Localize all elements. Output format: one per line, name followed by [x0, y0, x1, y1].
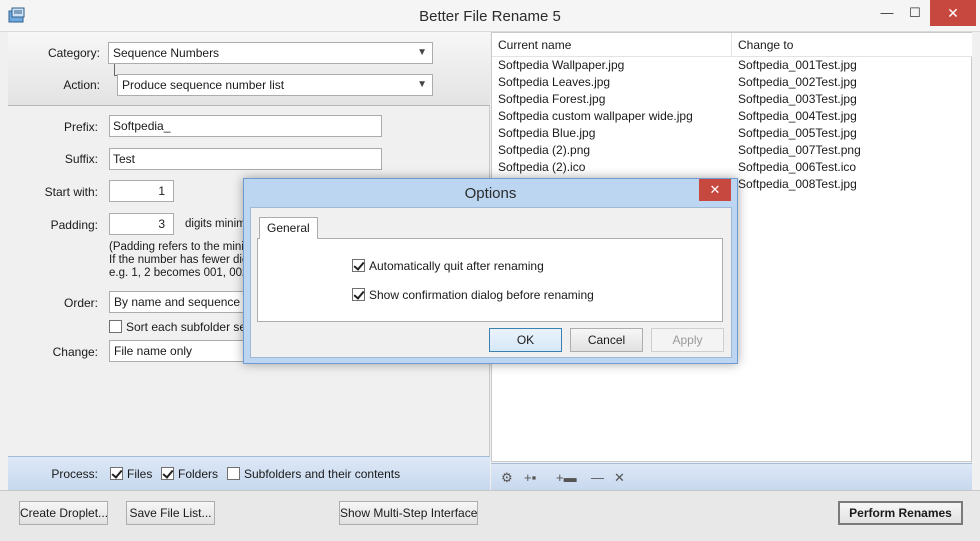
table-row[interactable]: Softpedia custom wallpaper wide.jpg Softp…: [492, 108, 972, 125]
current-name-cell: Softpedia (2).ico: [498, 160, 586, 174]
padding-input[interactable]: 3: [109, 213, 174, 235]
list-toolbar: ⚙ +▪ +▬ — ✕: [491, 463, 972, 490]
general-tab-panel: Automatically quit after renaming Show c…: [257, 238, 723, 322]
apply-button[interactable]: Apply: [651, 328, 724, 352]
table-row[interactable]: Softpedia Blue.jpg Softpedia_005Test.jpg: [492, 125, 972, 142]
process-files-label: Files: [127, 467, 153, 481]
close-button[interactable]: ✕: [930, 0, 976, 26]
category-section: Category: Sequence Numbers ▼ Action: Pro…: [8, 32, 490, 106]
chevron-down-icon: ▼: [417, 47, 427, 58]
process-subfolders-checkbox[interactable]: Subfolders and their contents: [227, 467, 400, 481]
perform-renames-button[interactable]: Perform Renames: [838, 501, 963, 525]
column-header-current-name[interactable]: Current name: [492, 33, 732, 57]
table-row[interactable]: Softpedia (2).png Softpedia_007Test.png: [492, 142, 972, 159]
confirm-dialog-checkbox[interactable]: Show confirmation dialog before renaming: [352, 288, 594, 302]
checkbox-box: [161, 467, 174, 480]
process-folders-label: Folders: [178, 467, 219, 481]
bottom-button-bar: Create Droplet... Save File List... Show…: [0, 490, 980, 541]
order-value: By name and sequence num: [114, 295, 248, 309]
current-name-cell: Softpedia Wallpaper.jpg: [498, 58, 625, 72]
current-name-cell: Softpedia custom wallpaper wide.jpg: [498, 109, 693, 123]
checkbox-box: [109, 320, 122, 333]
category-label: Category:: [47, 46, 100, 60]
table-row[interactable]: Softpedia Forest.jpg Softpedia_003Test.jp…: [492, 91, 972, 108]
add-files-icon[interactable]: +▪: [524, 470, 536, 485]
table-row[interactable]: Softpedia (2).ico Softpedia_006Test.ico: [492, 159, 972, 176]
padding-label: Padding:: [50, 218, 98, 232]
change-to-cell: Softpedia_001Test.jpg: [738, 58, 857, 72]
padding-note-line-2: If the number has fewer digit: [109, 254, 255, 266]
current-name-cell: Softpedia Blue.jpg: [498, 126, 596, 140]
change-label: Change:: [52, 345, 98, 359]
process-files-checkbox[interactable]: Files: [110, 467, 152, 481]
clear-icon[interactable]: ✕: [614, 470, 625, 486]
padding-note-line-1: (Padding refers to the minimu: [109, 241, 260, 253]
current-name-cell: Softpedia Leaves.jpg: [498, 75, 611, 89]
suffix-label: Suffix:: [64, 152, 98, 166]
process-bar: Process: Files Folders Subfolders and th…: [8, 456, 490, 490]
change-to-cell: Softpedia_007Test.png: [738, 143, 861, 157]
confirm-dialog-label: Show confirmation dialog before renaming: [369, 288, 594, 302]
sort-subfolder-checkbox[interactable]: Sort each subfolder sepa: [109, 320, 259, 334]
start-with-label: Start with:: [44, 185, 98, 199]
minimize-button[interactable]: —: [872, 0, 902, 26]
action-select[interactable]: Produce sequence number list ▼: [117, 74, 433, 96]
prefix-input[interactable]: Softpedia_: [109, 115, 382, 137]
add-folder-icon[interactable]: +▬: [556, 470, 577, 485]
padding-note-line-3: e.g. 1, 2 becomes 001, 002): [109, 267, 253, 279]
tab-general[interactable]: General: [259, 217, 318, 239]
checkbox-box: [110, 467, 123, 480]
table-row[interactable]: Softpedia Leaves.jpg Softpedia_002Test.jp…: [492, 74, 972, 91]
gear-icon[interactable]: ⚙: [501, 470, 513, 486]
checkbox-box: [352, 288, 365, 301]
maximize-button[interactable]: ☐: [900, 0, 930, 26]
options-dialog: Options ✕ General Automatically quit aft…: [243, 178, 738, 364]
dialog-body: General Automatically quit after renamin…: [250, 207, 732, 358]
chevron-down-icon: ▼: [417, 79, 427, 90]
checkbox-box: [352, 259, 365, 272]
ok-button[interactable]: OK: [489, 328, 562, 352]
action-label: Action:: [63, 78, 100, 92]
suffix-input[interactable]: Test: [109, 148, 382, 170]
order-select[interactable]: By name and sequence num: [109, 291, 249, 313]
auto-quit-label: Automatically quit after renaming: [369, 259, 544, 273]
action-value: Produce sequence number list: [122, 78, 285, 92]
auto-quit-checkbox[interactable]: Automatically quit after renaming: [352, 259, 544, 273]
change-to-cell: Softpedia_005Test.jpg: [738, 126, 857, 140]
window-title: Better File Rename 5: [419, 8, 561, 25]
title-bar: Better File Rename 5 — ☐ ✕: [0, 0, 980, 32]
checkbox-box: [227, 467, 240, 480]
process-label: Process:: [51, 467, 98, 481]
current-name-cell: Softpedia Forest.jpg: [498, 92, 606, 106]
process-folders-checkbox[interactable]: Folders: [161, 467, 218, 481]
save-file-list-button[interactable]: Save File List...: [126, 501, 215, 525]
change-to-cell: Softpedia_003Test.jpg: [738, 92, 857, 106]
current-name-cell: Softpedia (2).png: [498, 143, 591, 157]
dialog-close-button[interactable]: ✕: [699, 179, 731, 201]
category-select[interactable]: Sequence Numbers ▼: [108, 42, 433, 64]
change-to-cell: Softpedia_002Test.jpg: [738, 75, 857, 89]
start-with-input[interactable]: 1: [109, 180, 174, 202]
change-to-cell: Softpedia_006Test.ico: [738, 160, 857, 174]
order-label: Order:: [63, 296, 98, 310]
dialog-title: Options: [464, 185, 517, 202]
change-to-cell: Softpedia_008Test.jpg: [738, 177, 857, 191]
remove-icon[interactable]: —: [591, 470, 604, 485]
table-row[interactable]: Softpedia Wallpaper.jpg Softpedia_001Test…: [492, 57, 972, 74]
column-header-change-to[interactable]: Change to: [732, 33, 972, 57]
change-to-cell: Softpedia_004Test.jpg: [738, 109, 857, 123]
category-value: Sequence Numbers: [113, 46, 220, 60]
prefix-label: Prefix:: [63, 120, 98, 134]
cancel-button[interactable]: Cancel: [570, 328, 643, 352]
show-multistep-button[interactable]: Show Multi-Step Interface: [339, 501, 478, 525]
change-select[interactable]: File name only: [109, 340, 249, 362]
change-value: File name only: [114, 344, 193, 358]
process-subfolders-label: Subfolders and their contents: [244, 467, 401, 481]
sort-subfolder-label: Sort each subfolder sepa: [126, 320, 260, 334]
create-droplet-button[interactable]: Create Droplet...: [19, 501, 108, 525]
